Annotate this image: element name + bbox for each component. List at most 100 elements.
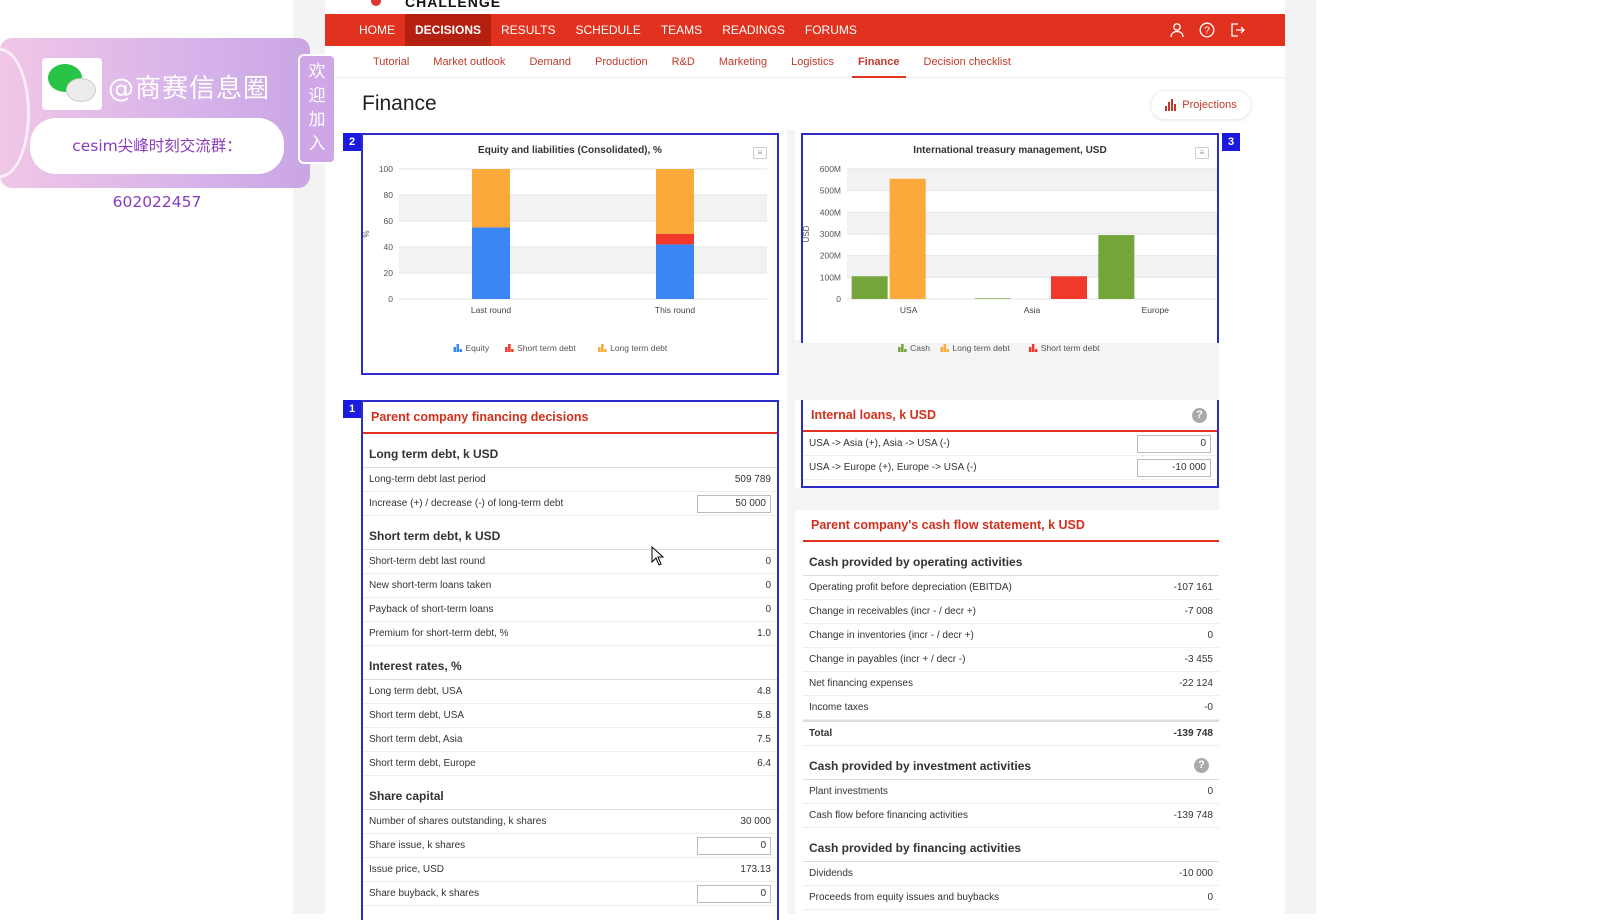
legend-swatch-icon: [901, 344, 904, 352]
legend-item-short-term-debt: Short term debt: [1028, 343, 1100, 353]
y-tick-label: 80: [384, 190, 394, 200]
table-row: Short term debt, Asia 7.5: [363, 728, 777, 752]
legend-label[interactable]: Equity: [466, 343, 490, 353]
subnav-finance[interactable]: Finance: [846, 46, 912, 78]
row-label: Plant investments: [809, 786, 888, 797]
legend-label[interactable]: Short term debt: [517, 343, 576, 353]
subnav-tutorial[interactable]: Tutorial: [361, 46, 421, 78]
row-value: 0: [1207, 892, 1213, 903]
nav-results[interactable]: RESULTS: [491, 14, 565, 46]
subnav-demand[interactable]: Demand: [517, 46, 583, 78]
section-badge-2: 2: [343, 133, 361, 151]
y-tick-label: 0: [388, 294, 393, 304]
nav-decisions[interactable]: DECISIONS: [405, 14, 492, 46]
legend-swatch-icon: [1031, 344, 1035, 352]
row-label: Increase (+) / decrease (-) of long-term…: [369, 498, 564, 509]
legend-label[interactable]: Cash: [910, 343, 930, 353]
loan-usa-europe-input[interactable]: -10 000: [1137, 458, 1211, 477]
nav-readings[interactable]: READINGS: [712, 14, 795, 46]
help-icon[interactable]: ?: [1194, 758, 1209, 773]
row-value: -139 748: [1173, 810, 1213, 821]
section-badge-1: 1: [343, 400, 361, 418]
sub-nav: Tutorial Market outlook Demand Productio…: [325, 46, 1285, 78]
nav-teams[interactable]: TEAMS: [651, 14, 712, 46]
y-tick-label: 400M: [820, 207, 841, 217]
legend-swatch-icon: [1028, 347, 1032, 352]
row-label: Cash flow before financing activities: [809, 810, 968, 821]
section-heading: Cash provided by financing activities: [803, 828, 1219, 862]
legend-swatch-icon: [601, 344, 604, 352]
user-icon[interactable]: [1169, 22, 1185, 38]
legend-label[interactable]: Long term debt: [953, 343, 1011, 353]
y-tick-label: 100M: [820, 272, 841, 282]
y-tick-label: 40: [384, 242, 394, 252]
section-heading: Cash provided by operating activities: [803, 542, 1219, 576]
row-value: -7 008: [1184, 606, 1213, 617]
section-heading-text: Cash provided by investment activities: [809, 759, 1032, 773]
loan-usa-asia-input[interactable]: 0: [1137, 434, 1211, 453]
row-value: 0: [765, 556, 771, 567]
subnav-market-outlook[interactable]: Market outlook: [421, 46, 517, 78]
panel-title-text: Internal loans, k USD: [811, 408, 937, 422]
section-badge-3: 3: [1222, 133, 1240, 151]
nav-home[interactable]: HOME: [349, 14, 405, 46]
main-nav: HOME DECISIONS RESULTS SCHEDULE TEAMS RE…: [325, 14, 1285, 46]
bar-long-term-debt: [656, 169, 694, 234]
y-tick-label: 600M: [820, 164, 841, 174]
logout-icon[interactable]: [1229, 22, 1245, 38]
bar-cash: [851, 276, 888, 299]
band-above-cashflow: [795, 488, 1219, 510]
row-label: Change in inventories (incr - / decr +): [809, 630, 974, 641]
table-row: USA -> Asia (+), Asia -> USA (-) 0: [803, 432, 1217, 456]
row-value: -139 748: [1173, 728, 1213, 739]
subnav-decision-checklist[interactable]: Decision checklist: [912, 46, 1023, 78]
table-row: Increase (+) / decrease (-) of long-term…: [363, 492, 777, 516]
legend-item-equity: Equity: [453, 343, 490, 353]
table-row: Operating profit before depreciation (EB…: [803, 576, 1219, 600]
legend-swatch-icon: [943, 344, 946, 352]
row-value: -22 124: [1179, 678, 1213, 689]
table-row: Net financing expenses -22 124: [803, 672, 1219, 696]
legend-swatch-icon: [940, 347, 943, 352]
row-label: Net financing expenses: [809, 678, 913, 689]
table-row: Short term debt, Europe 6.4: [363, 752, 777, 776]
y-tick-label: 500M: [820, 186, 841, 196]
legend-swatch-icon: [456, 344, 459, 352]
table-row: Change in payables (incr + / decr -) -3 4…: [803, 648, 1219, 672]
y-tick-label: 20: [384, 268, 394, 278]
table-row: Short term debt, USA 5.8: [363, 704, 777, 728]
row-value: 0: [1207, 786, 1213, 797]
projections-button[interactable]: Projections: [1150, 90, 1252, 120]
row-label: Payback of short-term loans: [369, 604, 494, 615]
y-tick-label: 0: [836, 294, 841, 304]
nav-schedule[interactable]: SCHEDULE: [565, 14, 650, 46]
legend-label[interactable]: Short term debt: [1041, 343, 1100, 353]
row-value: -10 000: [1179, 868, 1213, 879]
svg-text:?: ?: [1204, 26, 1210, 37]
bar-short-term-debt: [656, 234, 694, 245]
subnav-logistics[interactable]: Logistics: [779, 46, 846, 78]
bar-chart-icon: [1165, 99, 1177, 111]
subnav-production[interactable]: Production: [583, 46, 660, 78]
nav-icon-group: ?: [1169, 14, 1245, 46]
mouse-cursor-icon: [651, 546, 665, 566]
grid-band: [399, 195, 767, 221]
bar-equity: [656, 244, 694, 299]
column-gap: [787, 130, 795, 914]
row-value: 30 000: [740, 816, 771, 827]
y-axis-label: %: [363, 230, 371, 237]
table-row: Payback of short-term loans 0: [363, 598, 777, 622]
share-issue-input[interactable]: 0: [697, 836, 771, 855]
nav-forums[interactable]: FORUMS: [795, 14, 867, 46]
help-circle-icon[interactable]: ?: [1199, 22, 1215, 38]
row-label: Short term debt, Europe: [369, 758, 476, 769]
subnav-rnd[interactable]: R&D: [660, 46, 707, 78]
row-value: 509 789: [734, 474, 771, 485]
legend-label[interactable]: Long term debt: [610, 343, 668, 353]
subnav-marketing[interactable]: Marketing: [707, 46, 779, 78]
long-term-debt-change-input[interactable]: 50 000: [697, 494, 771, 513]
row-value: 173.13: [740, 864, 771, 875]
help-icon[interactable]: ?: [1192, 408, 1207, 423]
content-area: CHALLENGE HOME DECISIONS RESULTS SCHEDUL…: [325, 0, 1285, 920]
share-buyback-input[interactable]: 0: [697, 884, 771, 903]
